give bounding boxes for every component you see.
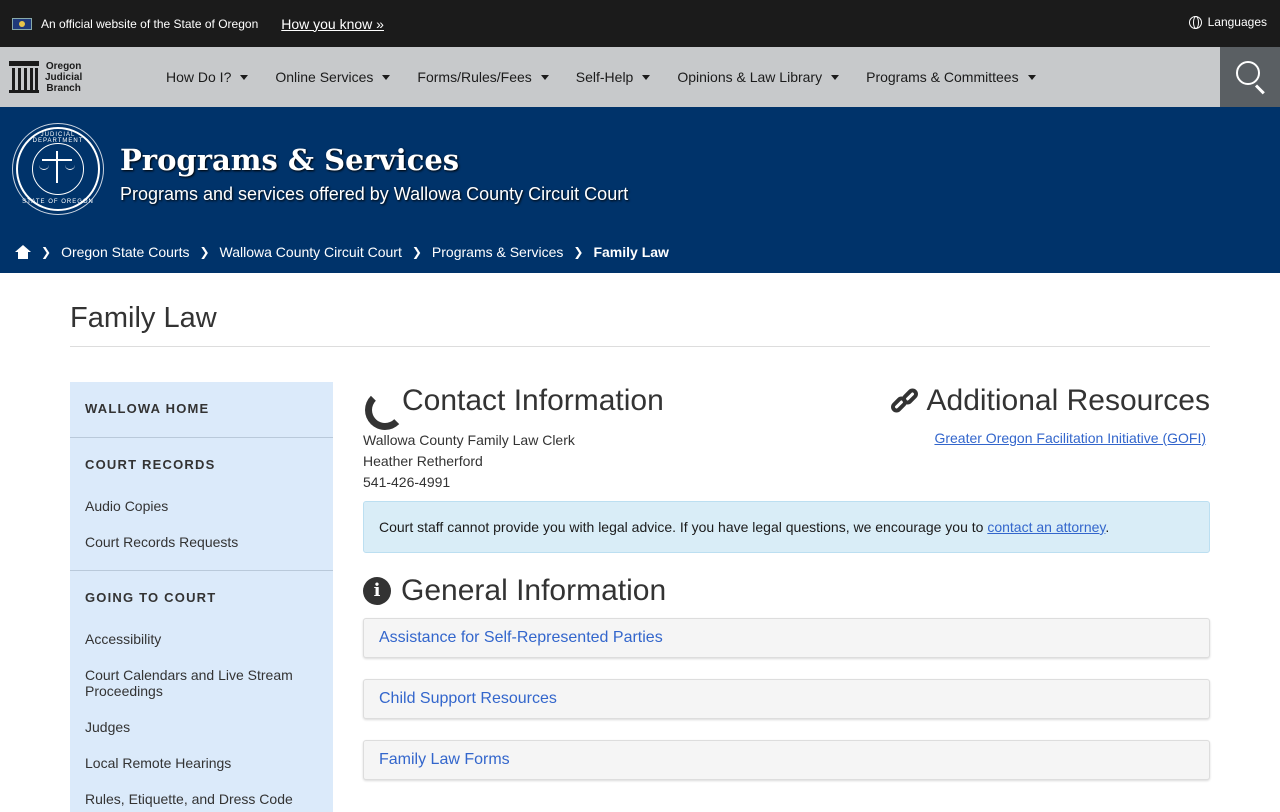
title-divider (70, 346, 1210, 347)
resources-heading: Additional Resources (888, 384, 1210, 418)
page-banner: JUDICIAL DEPARTMENT STATE OF OREGON Prog… (0, 107, 1280, 273)
info-icon: i (363, 577, 391, 605)
official-banner: An official website of the State of Oreg… (0, 0, 1280, 47)
ojb-logo[interactable]: Oregon Judicial Branch (0, 61, 150, 94)
sidebar-item-judges[interactable]: Judges (70, 719, 130, 735)
chevron-right-icon: ❯ (199, 245, 210, 259)
sidebar-item-rules-etiquette[interactable]: Rules, Etiquette, and Dress Code (70, 791, 293, 807)
contact-phone: 541-426-4991 (363, 474, 451, 490)
breadcrumb-current: Family Law (593, 244, 669, 260)
sidebar-heading-going-to-court: GOING TO COURT (85, 590, 217, 605)
contact-person: Heather Retherford (363, 453, 483, 469)
search-button[interactable] (1220, 47, 1280, 107)
official-text: An official website of the State of Oreg… (41, 16, 259, 31)
main-nav: Oregon Judicial Branch How Do I? Online … (0, 47, 1280, 107)
banner-title: Programs & Services (120, 143, 460, 177)
contact-attorney-link[interactable]: contact an attorney (987, 519, 1105, 535)
search-icon (1236, 61, 1260, 85)
judicial-seal-logo: JUDICIAL DEPARTMENT STATE OF OREGON (16, 127, 100, 211)
sidebar-heading-court-records: COURT RECORDS (85, 457, 216, 472)
caret-down-icon (240, 74, 249, 80)
logo-text: Oregon Judicial Branch (45, 60, 83, 94)
nav-menu: How Do I? Online Services Forms/Rules/Fe… (166, 69, 1063, 85)
link-icon (888, 386, 920, 416)
page-title: Family Law (70, 302, 217, 334)
contact-details: Wallowa County Family Law Clerk Heather … (363, 430, 575, 493)
oregon-flag-icon (12, 17, 32, 30)
chevron-right-icon: ❯ (41, 245, 52, 259)
accordion-family-law-forms[interactable]: Family Law Forms (363, 740, 1210, 780)
chevron-right-icon: ❯ (573, 245, 584, 259)
caret-down-icon (1027, 74, 1036, 80)
general-heading: i General Information (363, 574, 666, 608)
contact-name: Wallowa County Family Law Clerk (363, 432, 575, 448)
sidebar-item-court-records-requests[interactable]: Court Records Requests (70, 534, 238, 550)
sidebar-item-audio-copies[interactable]: Audio Copies (70, 498, 168, 514)
sidebar: WALLOWA HOME COURT RECORDS Audio Copies … (70, 382, 333, 812)
languages-button[interactable]: Languages (1188, 15, 1267, 29)
languages-label: Languages (1207, 15, 1267, 29)
nav-item-online-services[interactable]: Online Services (275, 69, 391, 85)
sidebar-item-court-calendars[interactable]: Court Calendars and Live Stream Proceedi… (70, 667, 310, 699)
contact-heading: Contact Information (363, 384, 664, 418)
sidebar-item-accessibility[interactable]: Accessibility (70, 631, 161, 647)
legal-advice-alert: Court staff cannot provide you with lega… (363, 501, 1210, 553)
caret-down-icon (382, 74, 391, 80)
nav-item-opinions-law-library[interactable]: Opinions & Law Library (677, 69, 840, 85)
chevron-right-icon: ❯ (411, 245, 422, 259)
breadcrumb-wallowa-county[interactable]: Wallowa County Circuit Court (220, 244, 402, 260)
gofi-link[interactable]: Greater Oregon Facilitation Initiative (… (934, 430, 1206, 446)
breadcrumb-oregon-state-courts[interactable]: Oregon State Courts (61, 244, 189, 260)
nav-item-how-do-i[interactable]: How Do I? (166, 69, 249, 85)
how-you-know-link[interactable]: How you know » (281, 16, 384, 32)
nav-item-forms-rules-fees[interactable]: Forms/Rules/Fees (417, 69, 549, 85)
sidebar-divider (70, 437, 333, 438)
globe-icon (1188, 15, 1202, 29)
sidebar-divider (70, 570, 333, 571)
caret-down-icon (540, 74, 549, 80)
banner-subtitle: Programs and services offered by Wallowa… (120, 184, 629, 204)
sidebar-wallowa-home[interactable]: WALLOWA HOME (70, 401, 209, 416)
caret-down-icon (831, 74, 840, 80)
accordion-self-represented[interactable]: Assistance for Self-Represented Parties (363, 618, 1210, 658)
nav-item-programs-committees[interactable]: Programs & Committees (866, 69, 1036, 85)
sidebar-item-local-remote-hearings[interactable]: Local Remote Hearings (70, 755, 231, 771)
phone-icon (363, 386, 393, 416)
caret-down-icon (642, 74, 651, 80)
nav-item-self-help[interactable]: Self-Help (576, 69, 651, 85)
accordion-child-support[interactable]: Child Support Resources (363, 679, 1210, 719)
breadcrumb-programs-services[interactable]: Programs & Services (432, 244, 563, 260)
courthouse-icon (9, 61, 39, 93)
breadcrumb: ❯ Oregon State Courts ❯ Wallowa County C… (15, 244, 669, 260)
home-icon[interactable] (15, 245, 31, 259)
